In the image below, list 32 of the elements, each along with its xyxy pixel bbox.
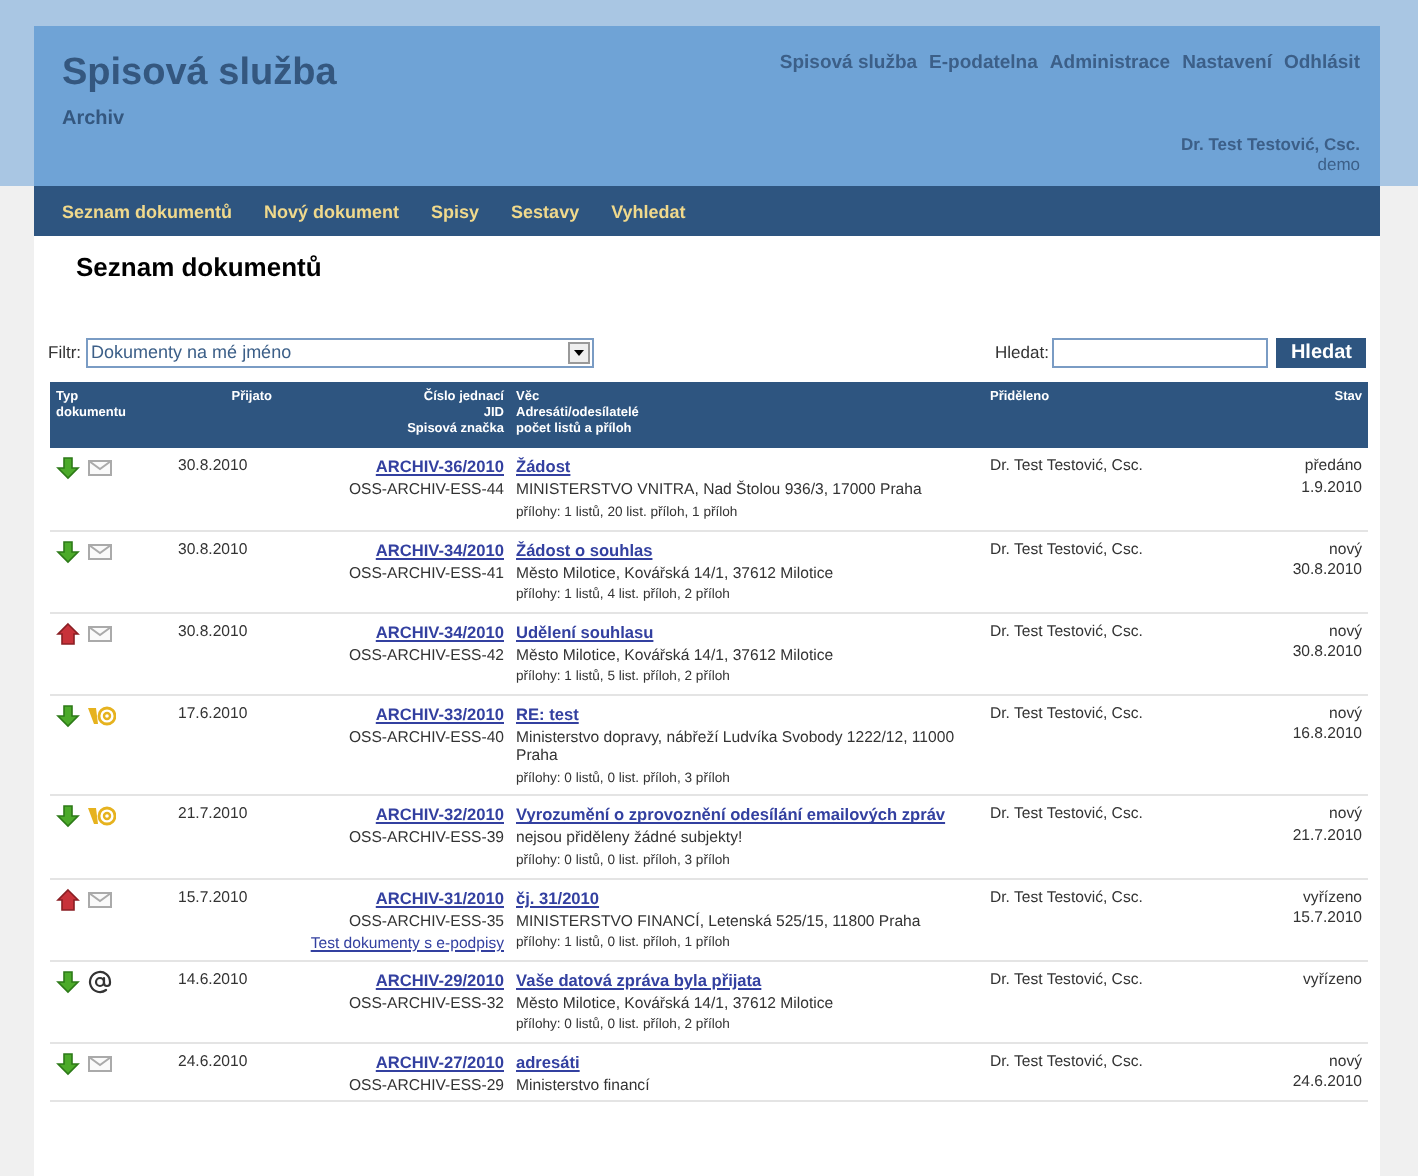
subject-link[interactable]: Vaše datová zpráva byla přijata	[516, 969, 762, 990]
document-number-link[interactable]: ARCHIV-36/2010	[375, 456, 504, 477]
document-number-link[interactable]: ARCHIV-29/2010	[375, 969, 504, 990]
document-number-link[interactable]: ARCHIV-27/2010	[375, 1051, 504, 1072]
document-number-link[interactable]: ARCHIV-31/2010	[375, 887, 504, 908]
document-number-link[interactable]: ARCHIV-33/2010	[375, 703, 504, 724]
subject-link[interactable]: Žádost o souhlas	[516, 539, 653, 560]
nav-link[interactable]: Vyhledat	[611, 201, 686, 221]
search-label: Hledat:	[995, 342, 1049, 362]
document-number-link[interactable]: ARCHIV-32/2010	[375, 804, 504, 825]
user-name: Dr. Test Testović, Csc.	[1181, 134, 1360, 154]
filter-label: Filtr:	[48, 342, 82, 362]
subject-link[interactable]: čj. 31/2010	[516, 887, 600, 908]
nav-link[interactable]: Seznam dokumentů	[62, 201, 233, 221]
subject-link[interactable]: RE: test	[516, 703, 579, 724]
filter-select[interactable]: Dokumenty na mé jméno	[85, 337, 594, 367]
nav-link[interactable]: Nový dokument	[264, 201, 400, 221]
nav-link[interactable]: Spisy	[431, 201, 480, 221]
document-number-link[interactable]: ARCHIV-34/2010	[375, 539, 504, 560]
app-subtitle: Archiv	[62, 108, 127, 130]
subject-link[interactable]: Udělení souhlasu	[516, 621, 654, 642]
app-title: Spisová služba	[62, 52, 337, 96]
document-number-link[interactable]: ARCHIV-34/2010	[375, 621, 504, 642]
search-button[interactable]: Hledat	[1276, 337, 1366, 367]
user-login: demo	[1317, 154, 1360, 174]
subject-link[interactable]: adresáti	[516, 1051, 580, 1072]
subject-link[interactable]: Žádost	[516, 456, 571, 477]
subject-link[interactable]: Vyrozumění o zprovoznění odesílání emailových zpráv	[516, 804, 946, 825]
caret-icon	[567, 341, 590, 363]
search-field[interactable]	[1052, 337, 1269, 367]
nav-link[interactable]: Sestavy	[511, 201, 580, 221]
page-title: Seznam dokumentů	[74, 250, 324, 286]
